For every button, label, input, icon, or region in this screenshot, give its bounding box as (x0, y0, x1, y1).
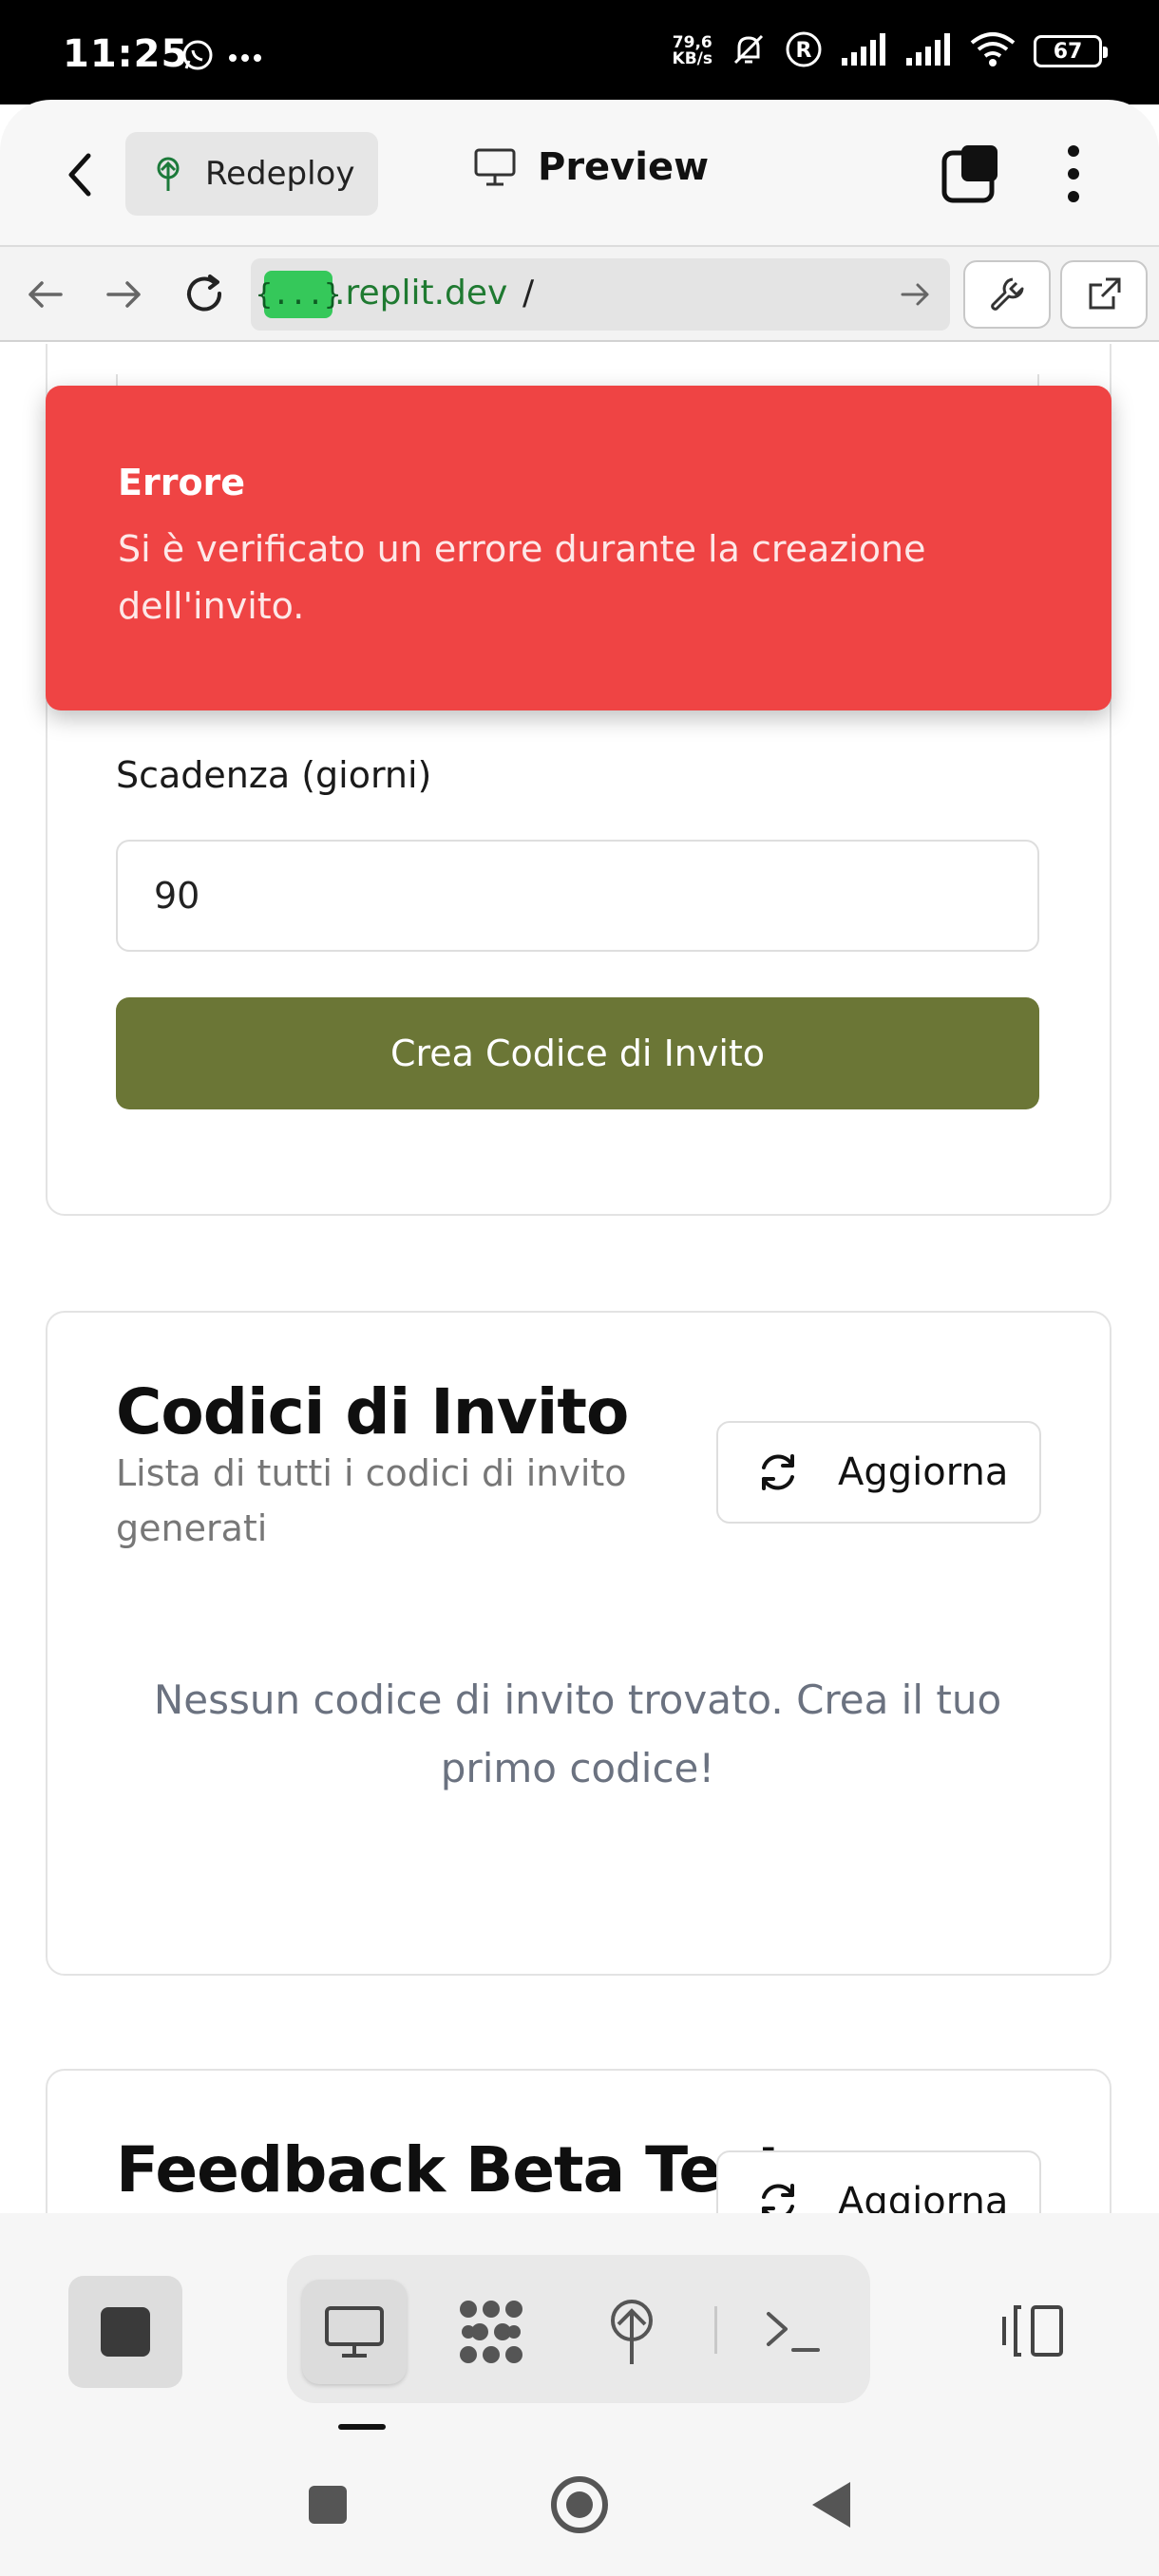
refresh-label: Aggiorna (838, 2180, 1009, 2213)
tabs-icon (941, 145, 998, 203)
signal-icon (840, 33, 887, 69)
wifi-icon (969, 31, 1016, 71)
browser-forward-button[interactable] (99, 270, 148, 319)
expiry-days-input[interactable]: 90 (116, 840, 1039, 952)
svg-text:R: R (796, 39, 812, 63)
square-icon (309, 2486, 347, 2524)
external-link-icon (1089, 277, 1121, 310)
stop-icon (101, 2307, 150, 2357)
arrow-right-icon (106, 281, 141, 308)
network-speed: 79,6 KB/s (672, 33, 712, 68)
redeploy-button[interactable]: Redeploy (125, 132, 378, 216)
url-highlight: {...} (256, 271, 341, 318)
devtools-button[interactable] (963, 260, 1051, 329)
redeploy-label: Redeploy (205, 155, 355, 193)
empty-state-message: Nessun codice di invito trovato. Crea il… (153, 1676, 1002, 1791)
recents-button[interactable] (285, 2462, 370, 2548)
toast-message: Si è verificato un errore durante la cre… (118, 528, 926, 627)
arrow-left-icon (28, 281, 63, 308)
create-invite-button[interactable]: Crea Codice di Invito (116, 997, 1039, 1109)
back-button[interactable] (53, 142, 106, 208)
stop-button[interactable] (68, 2276, 182, 2388)
url-bar: {...} .replit.dev / (0, 247, 1159, 342)
registered-icon: R (785, 30, 823, 72)
url-host: .replit.dev (334, 274, 508, 313)
packages-view-button[interactable] (439, 2280, 543, 2384)
invites-subtitle: Lista di tutti i codici di invito genera… (116, 1452, 627, 1549)
workspace-toolbar (0, 2213, 1159, 2434)
url-path: / (522, 274, 535, 313)
more-dots-icon (228, 48, 262, 66)
view-switcher (287, 2255, 870, 2403)
invites-card: Codici di Invito Lista di tutti i codici… (46, 1311, 1112, 1976)
active-view-indicator (338, 2424, 386, 2430)
monitor-icon (474, 148, 516, 186)
expiry-label: Scadenza (giorni) (116, 754, 432, 796)
signal-icon (904, 33, 952, 69)
reload-icon (187, 275, 222, 312)
chevron-left-icon (68, 153, 91, 197)
panel-layout-icon (1002, 2305, 1063, 2357)
refresh-feedback-button[interactable]: Aggiorna (716, 2150, 1041, 2213)
feedback-title: Feedback Beta Test (116, 2133, 787, 2207)
browser-back-button[interactable] (21, 270, 70, 319)
error-toast[interactable]: Errore Si è verificato un errore durante… (46, 386, 1112, 710)
status-bar: 11:25 79,6 KB/s R 67 (0, 0, 1159, 104)
refresh-label: Aggiorna (838, 1450, 1009, 1494)
refresh-invites-button[interactable]: Aggiorna (716, 1421, 1041, 1524)
divider (714, 2306, 717, 2354)
battery-icon: 67 (1034, 35, 1108, 67)
tabs-button[interactable] (940, 143, 1001, 204)
mute-bell-icon (730, 30, 768, 72)
reload-button[interactable] (180, 270, 230, 319)
app-header: Redeploy Preview (0, 100, 1159, 247)
preview-label: Preview (538, 145, 710, 189)
deploy-icon (611, 2300, 653, 2364)
home-button[interactable] (537, 2462, 622, 2548)
toast-title: Errore (118, 462, 246, 503)
more-menu-button[interactable] (1054, 142, 1092, 206)
whatsapp-icon (180, 38, 215, 76)
shell-view-button[interactable] (741, 2280, 846, 2384)
back-nav-button[interactable] (788, 2462, 874, 2548)
clock: 11:25 (63, 32, 189, 76)
refresh-icon (762, 2184, 794, 2213)
refresh-icon (762, 1454, 794, 1490)
grid-blob-icon (460, 2301, 522, 2363)
feedback-card: Feedback Beta Test Aggiorna (46, 2069, 1112, 2213)
invites-title: Codici di Invito (116, 1375, 629, 1449)
monitor-icon (325, 2306, 384, 2358)
wrench-icon (991, 277, 1024, 311)
layout-toggle-button[interactable] (994, 2291, 1074, 2371)
preview-title: Preview (473, 145, 709, 189)
preview-view-button[interactable] (302, 2280, 407, 2384)
more-vertical-icon (1068, 145, 1079, 202)
go-arrow-icon (901, 283, 929, 306)
open-external-button[interactable] (1060, 260, 1148, 329)
deploy-icon (157, 157, 180, 191)
deployments-view-button[interactable] (580, 2280, 684, 2384)
url-input[interactable]: {...} .replit.dev / (251, 258, 950, 331)
triangle-back-icon (812, 2482, 850, 2528)
terminal-icon (767, 2312, 820, 2352)
android-navigation-bar (0, 2434, 1159, 2576)
home-circle-icon (551, 2476, 608, 2533)
